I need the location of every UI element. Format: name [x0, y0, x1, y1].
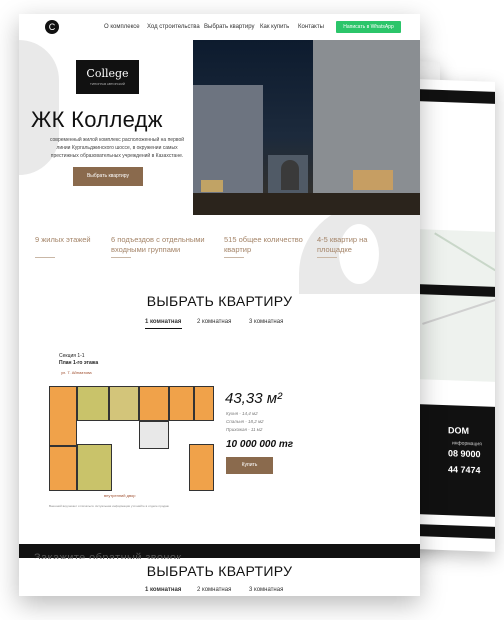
tab-1-room-2[interactable]: 1 комнатная [145, 587, 181, 593]
floor-label: План 1-го этажа [59, 360, 99, 366]
nav-link-construction[interactable]: Ход строительства [147, 24, 200, 30]
top-nav: C О комплексе Ход строительства Выбрать … [19, 14, 420, 40]
nav-link-choose-apartment[interactable]: Выбрать квартиру [204, 24, 255, 30]
tab-3-room-2[interactable]: 3 комнатная [249, 587, 283, 593]
college-logo-title: College [86, 67, 129, 80]
feature-underline [317, 257, 337, 258]
apartment-area: 43,33 м² [225, 390, 282, 407]
tab-3-room[interactable]: 3 комнатная [249, 319, 283, 325]
tab-1-room[interactable]: 1 комнатная [145, 319, 181, 325]
buy-button[interactable]: Купить [226, 457, 273, 474]
plan-room [49, 386, 77, 446]
plan-room [49, 446, 77, 491]
plan-room [194, 386, 214, 421]
feature-floors: 9 жилых этажей [35, 235, 91, 244]
college-logo-subtitle: ТИПОГРАФ АВТОРСКИЙ [90, 82, 125, 86]
plan-room [77, 444, 112, 491]
plan-room [77, 386, 109, 421]
hero-title: ЖК Колледж [31, 107, 163, 132]
choose-apartment-title-2: ВЫБРАТЬ КВАРТИРУ [146, 563, 293, 579]
apartment-price: 10 000 000 тг [226, 439, 294, 450]
plan-room [169, 386, 194, 421]
hero-description: современный жилой комплекс расположенный… [49, 137, 185, 159]
college-logo: College ТИПОГРАФ АВТОРСКИЙ [76, 60, 139, 94]
whatsapp-button[interactable]: Написать в WhatsApp [336, 21, 401, 33]
feature-per-floor: 4-5 квартир на площадке [317, 235, 368, 254]
feature-underline [111, 257, 131, 258]
bg-map [420, 229, 495, 382]
plan-room [189, 444, 214, 491]
choose-apartment-button[interactable]: Выбрать квартиру [73, 167, 143, 186]
cyclist-figure [281, 160, 299, 190]
yard-label: внутренний двор [104, 493, 136, 498]
nav-link-how-to-buy[interactable]: Как купить [260, 24, 289, 30]
feature-underline [35, 257, 55, 258]
ground [193, 193, 420, 215]
plan-room [139, 386, 169, 421]
lit-windows [353, 170, 393, 190]
tab-2-room-2[interactable]: 2 комнатная [197, 587, 231, 593]
bg-phone-2: 44 7474 [448, 464, 481, 476]
section-label: Секция 1-1 [59, 353, 85, 359]
choose-apartment-title: ВЫБРАТЬ КВАРТИРУ [146, 293, 293, 309]
kitchen-area: Кухня - 14,4 м2 [226, 411, 258, 416]
bg-contact-label: информация [452, 440, 482, 448]
active-tab-underline [145, 328, 182, 329]
bedroom-area: Спальня - 18,2 м2 [226, 419, 264, 424]
plan-room [109, 386, 139, 421]
tab-2-room[interactable]: 2 комнатная [197, 319, 231, 325]
bg-brand: DOM [448, 425, 469, 436]
hall-area: Прихожая - 11 м2 [226, 427, 263, 432]
landing-page: C О комплексе Ход строительства Выбрать … [19, 14, 420, 596]
street-label: ул. Т. Айтматова [61, 370, 92, 375]
feature-underline [224, 257, 244, 258]
plan-stairwell [139, 421, 169, 449]
lit-windows [201, 180, 223, 192]
bg-phone-1: 08 9000 [448, 448, 481, 460]
plan-note: Внешний вид может отличаться. Актуальная… [49, 504, 169, 508]
feature-entrances: 6 подъездов с отдельными входными группа… [111, 235, 205, 254]
floor-plan [49, 386, 214, 491]
logo-icon[interactable]: C [45, 20, 59, 34]
hero-image [193, 40, 420, 215]
feature-apartments-count: 515 общее количество квартир [224, 235, 303, 254]
nav-link-about[interactable]: О комплексе [104, 24, 140, 30]
nav-link-contacts[interactable]: Контакты [298, 24, 324, 30]
